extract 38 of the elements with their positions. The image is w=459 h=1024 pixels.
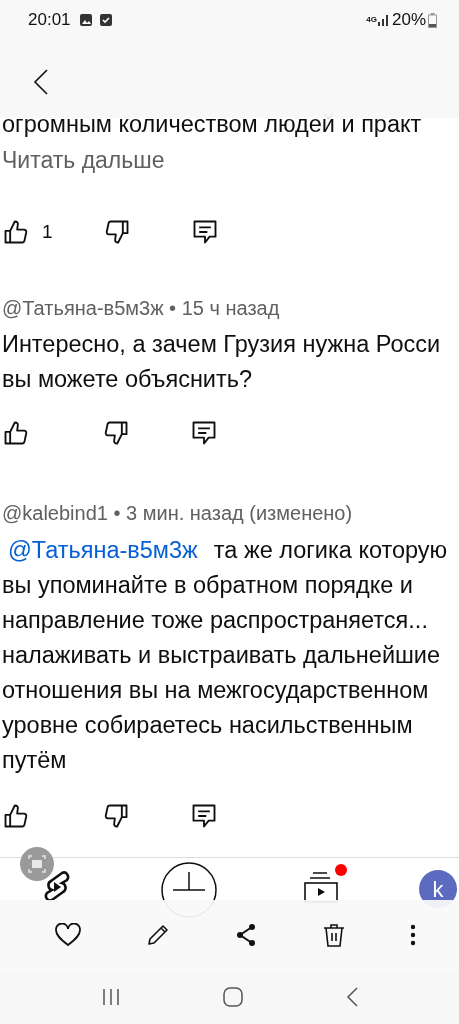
status-time: 20:01 [28, 9, 71, 32]
network-label: 4G [366, 14, 377, 26]
like-icon[interactable] [2, 802, 30, 830]
recents-icon[interactable] [101, 988, 122, 1006]
trash-icon[interactable] [322, 923, 345, 947]
dislike-icon[interactable] [102, 802, 130, 830]
share-icon[interactable] [235, 923, 258, 947]
back-icon[interactable] [345, 987, 358, 1007]
comment-text: уровне собираетесь насильственным [1, 711, 414, 740]
battery-icon [428, 12, 437, 28]
comment-text: путём [1, 746, 68, 775]
read-more-link[interactable]: Читать дальше [0, 145, 459, 175]
pencil-icon[interactable] [146, 923, 171, 947]
back-icon[interactable] [33, 69, 49, 95]
dislike-icon[interactable] [102, 419, 130, 447]
comment-text: та же логика которую [213, 536, 448, 565]
check-icon [98, 13, 113, 27]
image-icon [78, 13, 93, 27]
more-icon[interactable] [410, 923, 417, 947]
comment-text: огромным количеством людей и практ [1, 110, 423, 139]
signal-icon [376, 14, 389, 26]
mention-link[interactable]: @Татьяна-в5м3ж [8, 533, 198, 568]
reply-icon[interactable] [190, 419, 218, 447]
reply-icon[interactable] [190, 802, 218, 830]
comment-text: отношения вы на межгосударственном [1, 676, 430, 705]
comment-meta: @kalebind1 • 3 мин. назад (изменено) [1, 501, 354, 525]
home-icon[interactable] [223, 987, 244, 1007]
battery-label: 20% [391, 9, 426, 32]
like-icon[interactable] [2, 218, 30, 246]
like-count: 1 [42, 219, 53, 244]
like-icon[interactable] [2, 419, 30, 447]
heart-icon[interactable] [54, 923, 81, 947]
comment-text: вы можете объяснить? [1, 365, 254, 394]
comment-text: налаживать и выстраивать дальнейшие [1, 641, 442, 670]
comment-text: вы упоминайте в обратном порядке и [1, 571, 414, 600]
comment-meta: @Татьяна-в5м3ж • 15 ч назад [1, 296, 281, 320]
comment-text: Интересно, а зачем Грузия нужна Росси [1, 330, 442, 359]
comment-text: направление тоже распространяется... [1, 606, 429, 635]
